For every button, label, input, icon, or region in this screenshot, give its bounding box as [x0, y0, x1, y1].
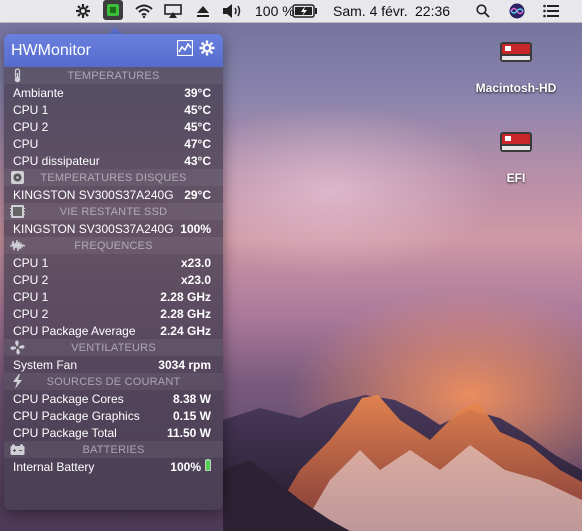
- sensor-value: 0.15 W: [172, 408, 211, 423]
- sensor-label: CPU Package Graphics: [13, 408, 140, 423]
- section-header: VIE RESTANTE SSD: [4, 203, 223, 220]
- panel-title: HWMonitor: [11, 41, 92, 59]
- section-header: VENTILATEURS: [4, 339, 223, 356]
- sensor-value: x23.0: [180, 272, 211, 287]
- sensor-row: CPU 1 x23.0: [4, 254, 223, 271]
- sensor-row: KINGSTON SV300S37A240G 29°C: [4, 186, 223, 203]
- section-title: TEMPERATURES DISQUES: [40, 171, 187, 184]
- lightning-icon: [10, 374, 25, 389]
- sensor-row: CPU Package Total 11.50 W: [4, 424, 223, 441]
- sensor-row: CPU Package Cores 8.38 W: [4, 390, 223, 407]
- sensor-label: CPU: [13, 136, 39, 151]
- siri-icon[interactable]: [509, 2, 525, 20]
- sensor-value: 45°C: [184, 102, 211, 117]
- notification-center-icon[interactable]: [543, 2, 559, 20]
- sensor-row: CPU 47°C: [4, 135, 223, 152]
- battery-percent[interactable]: 100 %: [255, 2, 295, 20]
- airplay-icon[interactable]: [164, 2, 182, 20]
- sensor-value: 47°C: [184, 136, 211, 151]
- battery-icon: [10, 442, 25, 457]
- menubar-time[interactable]: 22:36: [415, 2, 450, 20]
- section-header: TEMPERATURES: [4, 67, 223, 84]
- sensor-value: 2.28 GHz: [160, 289, 211, 304]
- graph-icon[interactable]: [176, 39, 194, 61]
- sensor-row: CPU dissipateur 43°C: [4, 152, 223, 169]
- sensor-label: Ambiante: [13, 85, 64, 100]
- sensor-label: CPU 1: [13, 289, 49, 304]
- sensor-value: 100%: [170, 459, 201, 474]
- sensor-value: 29°C: [184, 187, 211, 202]
- section-title: SOURCES DE COURANT: [46, 375, 181, 388]
- sensor-label: KINGSTON SV300S37A240G: [13, 187, 174, 202]
- sensor-value: 2.28 GHz: [160, 306, 211, 321]
- hwmonitor-panel: HWMonitor TEMPERATURES Ambiante 39°C CPU 1 4…: [4, 34, 223, 510]
- desktop-icon-label: Macintosh-HD: [475, 81, 557, 95]
- section-title: BATTERIES: [82, 443, 145, 456]
- hard-drive-icon: [500, 42, 532, 62]
- sensor-row: CPU 2 x23.0: [4, 271, 223, 288]
- gear-icon[interactable]: [75, 2, 91, 20]
- section-title: TEMPERATURES: [67, 69, 160, 82]
- sensor-row: CPU 2 2.28 GHz: [4, 305, 223, 322]
- sensor-label: CPU 1: [13, 255, 49, 270]
- sensor-row: CPU 1 2.28 GHz: [4, 288, 223, 305]
- sensor-value: 8.38 W: [172, 391, 211, 406]
- sensor-label: CPU 2: [13, 272, 49, 287]
- sensor-value: 39°C: [184, 85, 211, 100]
- frequency-icon: [10, 238, 26, 253]
- desktop-icon-macintosh-hd[interactable]: Macintosh-HD: [461, 40, 571, 95]
- section-header: FREQUENCES: [4, 237, 223, 254]
- sensor-row: CPU 2 45°C: [4, 118, 223, 135]
- section-title: FREQUENCES: [74, 239, 153, 252]
- wifi-icon[interactable]: [135, 2, 153, 20]
- sensor-value: 11.50 W: [166, 425, 211, 440]
- settings-gear-icon[interactable]: [199, 40, 215, 61]
- sensor-row: Internal Battery 100%: [4, 458, 223, 475]
- menubar-date[interactable]: Sam. 4 févr.: [333, 2, 408, 20]
- sensor-label: CPU 2: [13, 119, 49, 134]
- sensor-row: CPU Package Average 2.24 GHz: [4, 322, 223, 339]
- ssd-icon: [10, 204, 25, 219]
- sensor-row: Ambiante 39°C: [4, 84, 223, 101]
- thermometer-icon: [10, 68, 25, 83]
- section-title: VIE RESTANTE SSD: [59, 205, 168, 218]
- volume-icon[interactable]: [222, 2, 244, 20]
- hard-drive-icon: [500, 132, 532, 152]
- sensor-label: CPU Package Average: [13, 323, 136, 338]
- menu-bar: 100 % Sam. 4 févr. 22:36: [0, 0, 582, 23]
- spotlight-search-icon[interactable]: [476, 2, 490, 20]
- sensor-value: 100%: [180, 221, 211, 236]
- disk-icon: [10, 170, 25, 185]
- section-title: VENTILATEURS: [71, 341, 156, 354]
- sensor-row: KINGSTON SV300S37A240G 100%: [4, 220, 223, 237]
- sensor-label: KINGSTON SV300S37A240G: [13, 221, 174, 236]
- fan-icon: [10, 340, 25, 355]
- section-header: SOURCES DE COURANT: [4, 373, 223, 390]
- panel-header: HWMonitor: [4, 34, 223, 67]
- battery-charging-icon[interactable]: [292, 2, 318, 20]
- battery-level-icon: [205, 458, 211, 476]
- sensor-value: 2.24 GHz: [160, 323, 211, 338]
- sensor-label: CPU Package Total: [13, 425, 117, 440]
- desktop-icon-label: EFI: [506, 171, 526, 185]
- sensor-value: 3034 rpm: [158, 357, 211, 372]
- sensor-label: System Fan: [13, 357, 78, 372]
- sensor-value: 43°C: [184, 153, 211, 168]
- sensor-row: System Fan 3034 rpm: [4, 356, 223, 373]
- sensor-label: CPU Package Cores: [13, 391, 124, 406]
- section-header: BATTERIES: [4, 441, 223, 458]
- sensor-label: Internal Battery: [13, 459, 95, 474]
- hwmonitor-chip-icon[interactable]: [103, 0, 123, 20]
- section-header: TEMPERATURES DISQUES: [4, 169, 223, 186]
- sensor-label: CPU 2: [13, 306, 49, 321]
- desktop-icon-efi[interactable]: EFI: [461, 130, 571, 185]
- sensor-label: CPU 1: [13, 102, 49, 117]
- sensor-value: 45°C: [184, 119, 211, 134]
- sensor-row: CPU 1 45°C: [4, 101, 223, 118]
- sensor-label: CPU dissipateur: [13, 153, 100, 168]
- eject-icon[interactable]: [196, 2, 210, 20]
- sensor-value: x23.0: [180, 255, 211, 270]
- sensor-row: CPU Package Graphics 0.15 W: [4, 407, 223, 424]
